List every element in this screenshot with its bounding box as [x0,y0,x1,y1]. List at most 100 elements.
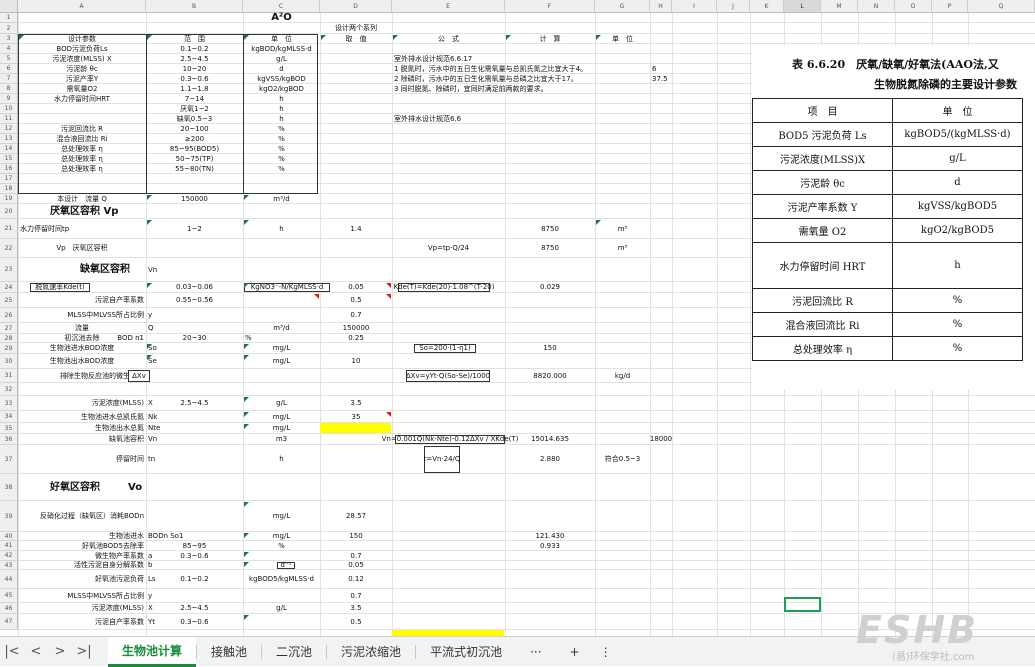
row-header-31[interactable]: 31 [0,369,18,383]
row25-label[interactable]: 污泥自产率系数 [18,293,146,308]
header-param[interactable]: 设计参数 [18,34,146,44]
row-header-22[interactable]: 22 [0,239,18,258]
row37-check[interactable]: 符合0.5~3 [595,445,650,474]
param-unit[interactable]: % [243,164,320,174]
row-header-44[interactable]: 44 [0,570,18,589]
param-range[interactable]: 1.1~1.8 [146,84,243,94]
row43-symbol[interactable]: b [146,561,243,570]
row39-unit[interactable]: mg/L [243,501,320,532]
row36-formula[interactable]: Vn=0.001Q(Nk-Nte)-0.12ΔXv / XKde(T) [382,434,519,445]
sheet-title[interactable]: A²O [243,13,320,23]
row21-gunit[interactable]: m³ [595,219,650,239]
row22-gunit[interactable]: m³ [595,239,650,258]
row21-calc[interactable]: 8750 [505,219,595,239]
row40-value[interactable]: 150 [320,532,392,541]
row29-formula[interactable]: So=200·(1-η1) [414,343,476,354]
row-header-34[interactable]: 34 [0,411,18,423]
row-header-4[interactable]: 4 [0,44,18,54]
param-unit[interactable]: kgBOD/kgMLSS·d [243,44,320,54]
column-header-e[interactable]: E [392,0,505,13]
row47-label[interactable]: 污泥自产率系数 [18,614,146,630]
row46-unit[interactable]: g/L [243,603,320,614]
row-header-42[interactable]: 42 [0,551,18,561]
param-range[interactable]: 厌氧1~2 [146,104,243,114]
row42-label[interactable]: 微生物产率系数 [18,551,146,561]
row37-label[interactable]: 停留时间 [18,445,146,474]
row-header-5[interactable]: 5 [0,54,18,64]
param-range[interactable]: 85~95(BOD5) [146,144,243,154]
header-calc[interactable]: 计 算 [505,34,595,44]
sheet-tab[interactable]: 平流式初沉池 [416,637,516,667]
row35-symbol[interactable]: Nte [146,423,243,434]
column-header-k[interactable]: K [750,0,784,13]
param-name[interactable]: 水力停留时间HRT [18,94,146,104]
note-spec-ref[interactable]: 室外排水设计规范6.6.17 [392,54,505,64]
row24-value[interactable]: 0.05 [320,282,392,293]
row31-formula[interactable]: ΔXv=yYt·Q(So-Se)/1000 [406,369,490,383]
row26-label[interactable]: MLSS中MLVSS所占比例 [18,308,146,323]
row40-unit[interactable]: mg/L [243,532,320,541]
row28-unit[interactable]: % [243,334,320,343]
row-header-40[interactable]: 40 [0,532,18,541]
param-unit[interactable]: h [243,94,320,104]
header-unit2[interactable]: 单 位 [595,34,650,44]
param-name[interactable]: 污泥回流比 R [18,124,146,134]
row34-symbol[interactable]: Nk [146,411,243,423]
row-header-15[interactable]: 15 [0,154,18,164]
row41-calc[interactable]: 0.933 [505,541,595,551]
param-unit[interactable]: kgVSS/kgBOD [243,74,320,84]
row-header-19[interactable]: 19 [0,194,18,204]
row-header-9[interactable]: 9 [0,94,18,104]
param-range[interactable]: 2.5~4.5 [146,54,243,64]
row45-symbol[interactable]: y [146,589,243,603]
row31-gunit[interactable]: kg/d [595,369,650,383]
row21-unit[interactable]: h [243,219,320,239]
row34-unit[interactable]: mg/L [243,411,320,423]
row22-label[interactable]: Vp 厌氧区容积 [18,239,146,258]
row-header-6[interactable]: 6 [0,64,18,74]
row40-symbol[interactable]: BODn So1 [146,532,243,541]
select-all-corner[interactable] [0,0,18,13]
row-header-35[interactable]: 35 [0,423,18,434]
row-header-36[interactable]: 36 [0,434,18,445]
note-line2[interactable]: 2 除磷时，污水中的五日生化需氧量与总磷之比宜大于17。 [392,74,578,84]
row22-formula[interactable]: Vp=tp·Q/24 [392,239,505,258]
row28-range[interactable]: 20~30 [146,334,243,343]
row46-value[interactable]: 3.5 [320,603,392,614]
design-flow-value[interactable]: 150000 [146,194,243,204]
param-range[interactable]: 0.3~0.6 [146,74,243,84]
row-header-27[interactable]: 27 [0,323,18,334]
param-range[interactable]: 7~14 [146,94,243,104]
row-header-28[interactable]: 28 [0,334,18,343]
column-header-p[interactable]: P [932,0,968,13]
header-range[interactable]: 范 围 [146,34,243,44]
design-flow-label[interactable]: 本设计 流量 Q [18,194,146,204]
row-header-2[interactable]: 2 [0,23,18,34]
row-header-11[interactable]: 11 [0,114,18,124]
row-header-7[interactable]: 7 [0,74,18,84]
param-range[interactable]: 10~20 [146,64,243,74]
row-header-33[interactable]: 33 [0,396,18,411]
note-ratio1[interactable]: 6 [650,64,672,74]
row-header-25[interactable]: 25 [0,293,18,308]
param-name[interactable]: 需氧量O2 [18,84,146,94]
aerobic-symbol[interactable]: Vo [126,474,223,501]
row39-value[interactable]: 28.57 [320,501,392,532]
row-header-10[interactable]: 10 [0,104,18,114]
row42-value[interactable]: 0.7 [320,551,392,561]
row43-label[interactable]: 活性污泥自身分解系数 [18,561,146,570]
column-header-n[interactable]: N [858,0,895,13]
param-name[interactable]: 总处理效率 η [18,144,146,154]
row24-calc[interactable]: 0.029 [505,282,595,293]
row-header-41[interactable]: 41 [0,541,18,551]
column-header-f[interactable]: F [505,0,595,13]
row34-label[interactable]: 生物池进水总凯氏氮 [18,411,146,423]
row35-label[interactable]: 生物池出水总氮 [18,423,146,434]
row-header-8[interactable]: 8 [0,84,18,94]
row27-unit[interactable]: m³/d [243,323,320,334]
param-name[interactable]: 污泥浓度(MLSS) X [18,54,146,64]
row29-unit[interactable]: mg/L [243,343,320,354]
row31-label[interactable]: 排除生物反应池的微生物量 [18,369,146,383]
row-header-29[interactable]: 29 [0,343,18,354]
row30-value[interactable]: 10 [320,354,392,369]
